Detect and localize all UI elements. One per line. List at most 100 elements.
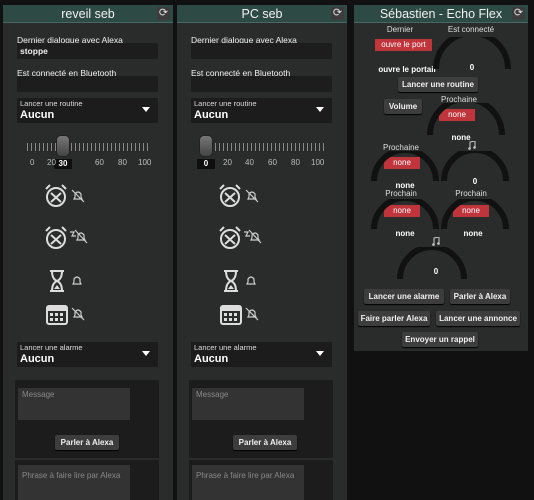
tick-label: 100 [138, 158, 152, 167]
routine-select-label: Lancer une routine [194, 99, 257, 108]
bluetooth-field [17, 76, 158, 92]
tick-label: 80 [118, 158, 127, 167]
dropdown-arrow-icon [316, 107, 324, 112]
tick-label: 80 [291, 158, 300, 167]
volume-slider[interactable]: 30 0 20 40 60 80 100 [27, 135, 151, 171]
bell-off-icon[interactable] [245, 189, 259, 203]
routine-select[interactable]: Lancer une routine Aucun [191, 98, 332, 123]
routine-button[interactable]: Lancer une routine [398, 77, 478, 92]
volume-slider[interactable]: 0 20 40 60 80 100 [197, 135, 325, 171]
bell-off-icon[interactable] [71, 189, 85, 203]
phrase-input[interactable]: Phrase à faire lire par Alexa [192, 465, 304, 500]
phrase-box: Phrase à faire lire par Alexa [15, 460, 159, 500]
bell-off-icon[interactable] [242, 228, 262, 244]
alarm-select-value: Aucun [194, 353, 229, 365]
bluetooth-field [191, 76, 332, 92]
slider-knob[interactable] [199, 135, 213, 157]
routine-select[interactable]: Lancer une routine Aucun [17, 98, 158, 123]
refresh-icon[interactable]: ⟳ [512, 7, 525, 20]
panel-title: reveil seb [61, 6, 115, 21]
refresh-icon[interactable]: ⟳ [331, 7, 344, 20]
alarm-clock-icon[interactable] [43, 183, 69, 209]
panel-title: Sébastien - Echo Flex [379, 6, 503, 21]
message-input[interactable]: Message [18, 388, 130, 420]
prochaine-gauge [427, 103, 505, 136]
alarm-select[interactable]: Lancer une alarme Aucun [191, 342, 332, 367]
launch-announce-button[interactable]: Lancer une annonce [436, 311, 520, 326]
slider-ticks [27, 143, 151, 151]
launch-alarm-button[interactable]: Lancer une alarme [364, 289, 444, 304]
slider-value: 0 [197, 159, 215, 169]
speak-box: Message Parler à Alexa [189, 380, 333, 458]
prochain-value-2: none [463, 229, 483, 238]
prochaine-gauge-2 [371, 151, 439, 182]
prochain-label: Prochain [385, 189, 417, 198]
dropdown-arrow-icon [316, 351, 324, 356]
media-gauge-value: 0 [433, 267, 439, 276]
device-panel-echo-flex: Sébastien - Echo Flex ⟳ Dernier ouvre le… [354, 5, 528, 351]
music-note-icon [468, 141, 476, 150]
alarm-snooze-icon[interactable] [43, 225, 69, 251]
music-note-icon [432, 237, 440, 246]
make-alexa-speak-button[interactable]: Faire parler Alexa [358, 311, 430, 326]
panel-header: PC seb ⟳ [177, 5, 347, 23]
tick-label: 40 [245, 158, 254, 167]
panel-title: PC seb [241, 6, 283, 21]
speak-box: Message Parler à Alexa [15, 380, 159, 458]
speak-alexa-button[interactable]: Parler à Alexa [450, 289, 510, 304]
tick-label: 60 [95, 158, 104, 167]
alarm-select-label: Lancer une alarme [194, 343, 257, 352]
slider-knob[interactable] [56, 135, 70, 157]
routine-select-label: Lancer une routine [20, 99, 83, 108]
prochain-label-2: Prochain [455, 189, 487, 198]
panel-header: Sébastien - Echo Flex ⟳ [354, 5, 528, 23]
routine-select-value: Aucun [194, 109, 229, 121]
speak-button[interactable]: Parler à Alexa [55, 435, 119, 450]
device-panel-pc-seb: PC seb ⟳ Dernier dialogue avec Alexa Est… [177, 5, 347, 500]
speak-button[interactable]: Parler à Alexa [233, 435, 297, 450]
dernier-label: Dernier [386, 25, 414, 34]
dropdown-arrow-icon [142, 107, 150, 112]
tick-label: 0 [30, 158, 35, 167]
dernier-button[interactable]: ouvre le port [375, 39, 432, 51]
last-dialog-field: stoppe [17, 43, 158, 59]
connected-value: 0 [469, 63, 475, 72]
calendar-icon[interactable] [46, 303, 68, 325]
connected-label: Est connecté [447, 25, 495, 34]
volume-gauge-value: 0 [472, 177, 478, 186]
slider-value: 30 [54, 159, 72, 169]
alarm-select-value: Aucun [20, 353, 55, 365]
alarm-clock-icon[interactable] [217, 183, 243, 209]
last-dialog-field [191, 43, 332, 59]
message-input[interactable]: Message [192, 388, 304, 420]
alarm-select-label: Lancer une alarme [20, 343, 83, 352]
tick-label: 100 [311, 158, 325, 167]
volume-button[interactable]: Volume [384, 99, 422, 114]
prochain-gauge-2 [441, 199, 509, 230]
timer-icon[interactable] [222, 269, 240, 293]
bell-off-icon[interactable] [68, 228, 88, 244]
prochain-value: none [395, 229, 415, 238]
alarm-snooze-icon[interactable] [217, 225, 243, 251]
bell-icon[interactable] [245, 275, 257, 287]
prochain-gauge [371, 199, 439, 230]
dropdown-arrow-icon [142, 351, 150, 356]
slider-ticks [199, 143, 325, 151]
refresh-icon[interactable]: ⟳ [157, 7, 170, 20]
send-reminder-button[interactable]: Envoyer un rappel [402, 332, 478, 347]
tick-label: 60 [268, 158, 277, 167]
phrase-box: Phrase à faire lire par Alexa [189, 460, 333, 500]
phrase-input[interactable]: Phrase à faire lire par Alexa [18, 465, 130, 500]
tick-label: 20 [223, 158, 232, 167]
device-panel-reveil-seb: reveil seb ⟳ Dernier dialogue avec Alexa… [3, 5, 173, 500]
calendar-icon[interactable] [220, 303, 242, 325]
tick-label: 20 [47, 158, 56, 167]
panel-header: reveil seb ⟳ [3, 5, 173, 23]
timer-icon[interactable] [48, 269, 66, 293]
alarm-select[interactable]: Lancer une alarme Aucun [17, 342, 158, 367]
bell-off-icon[interactable] [71, 307, 85, 321]
routine-select-value: Aucun [20, 109, 55, 121]
last-dialog-value: stoppe [20, 46, 48, 56]
bell-off-icon[interactable] [245, 307, 259, 321]
bell-icon[interactable] [71, 275, 83, 287]
